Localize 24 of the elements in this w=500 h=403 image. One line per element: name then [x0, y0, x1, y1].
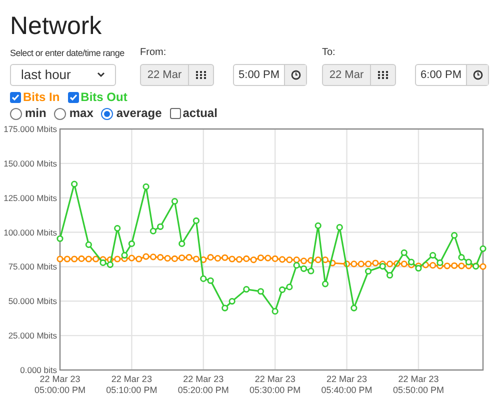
y-axis-label: 75.000 Mbits [8, 262, 57, 272]
from-label: From: [140, 46, 166, 60]
y-axis-label: 25.000 Mbits [8, 330, 57, 341]
page-title: Network [10, 12, 103, 40]
x-axis-label: 05:30:00 PM [250, 385, 301, 395]
x-axis-label: 22 Mar 23 [183, 374, 224, 384]
y-axis-label: 125.000 Mbits [4, 192, 57, 203]
y-axis-label: 175.000 Mbits [4, 124, 57, 134]
to-label: To: [322, 46, 336, 60]
range-label: Select or enter date/time range [10, 47, 124, 60]
x-axis-label: 22 Mar 23 [326, 374, 368, 384]
y-axis-label: 100.000 Mbits [4, 227, 57, 238]
y-axis-label: 50.000 Mbits [8, 296, 57, 306]
x-axis-label: 22 Mar 23 [111, 374, 152, 384]
x-axis-label: 22 Mar 23 [398, 374, 439, 384]
x-axis-label: 05:20:00 PM [178, 385, 229, 395]
y-axis-label: 150.000 Mbits [4, 158, 57, 168]
x-axis-label: 05:40:00 PM [321, 385, 372, 395]
x-axis-label: 05:50:00 PM [392, 385, 444, 395]
x-axis-label: 22 Mar 23 [40, 374, 80, 384]
x-axis-label: 05:00:00 PM [34, 385, 86, 395]
y-axis-label: 0.000 bits [20, 365, 57, 375]
x-axis-label: 05:10:00 PM [106, 385, 158, 395]
x-axis-label: 22 Mar 23 [254, 374, 296, 384]
